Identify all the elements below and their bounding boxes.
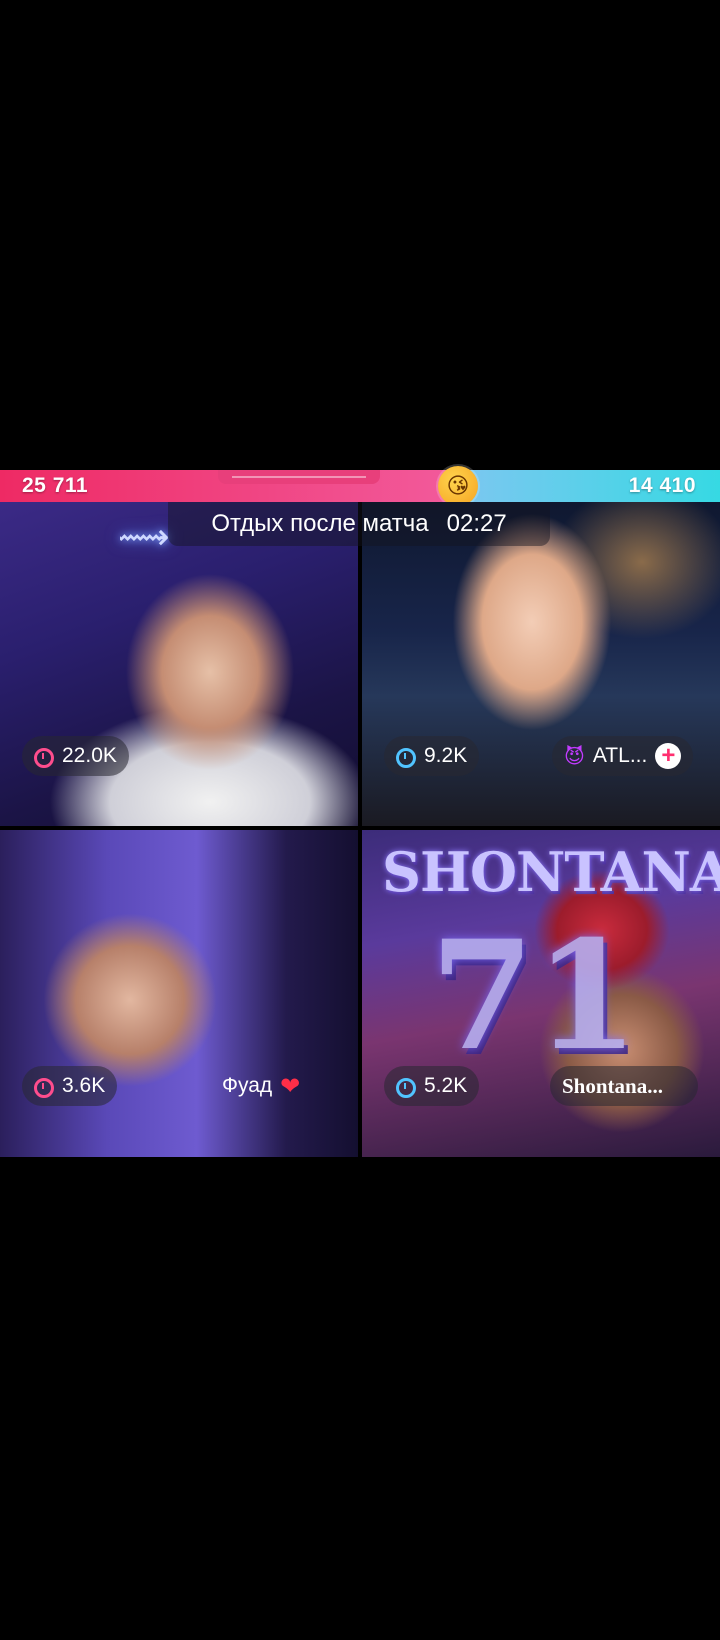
streamer-name: Фуад bbox=[222, 1074, 273, 1097]
heart-icon: ❤ bbox=[280, 1072, 301, 1100]
alarm-icon bbox=[32, 745, 54, 768]
viewer-count-pill: 5.2K bbox=[384, 1066, 480, 1106]
viewer-count-pill: 3.6K bbox=[22, 1066, 118, 1106]
battle-score-bar: 25 711 14 410 bbox=[0, 470, 720, 502]
left-team-score: 25 711 bbox=[22, 474, 89, 497]
stream-tile-3[interactable]: 3.6K Фуад ❤ bbox=[0, 830, 358, 1157]
stream-tile-2[interactable]: 9.2K 😈 ATL... + bbox=[362, 502, 720, 826]
topic-banner: Отдых после матча 02:27 bbox=[168, 502, 550, 546]
viewer-count: 9.2K bbox=[424, 744, 468, 767]
alarm-icon bbox=[394, 1075, 416, 1098]
poster-number: 71 bbox=[430, 908, 639, 1084]
stream-tile-4[interactable]: SHONTANA 71 5.2K Shontana... bbox=[362, 830, 720, 1157]
topic-title: Отдых после матча bbox=[211, 510, 429, 537]
poster-title: SHONTANA bbox=[382, 840, 720, 904]
streamer-name: ATL... bbox=[592, 744, 648, 767]
streamer-name-pill[interactable]: Фуад ❤ bbox=[210, 1066, 312, 1106]
streamer-name-pill[interactable]: Shontana... bbox=[550, 1066, 698, 1106]
match-timer: 02:27 bbox=[446, 510, 507, 537]
viewer-count: 22.0K bbox=[62, 744, 117, 767]
alarm-icon bbox=[394, 745, 416, 768]
viewer-count: 3.6K bbox=[62, 1074, 106, 1097]
right-team-score: 14 410 bbox=[628, 474, 696, 497]
shark-neon-icon: ⟿ bbox=[118, 516, 170, 557]
alarm-icon bbox=[32, 1075, 54, 1098]
streamer-name: Shontana... bbox=[562, 1073, 663, 1098]
bar-notch bbox=[218, 470, 380, 484]
devil-icon: 😈 bbox=[564, 745, 585, 768]
kiss-emoji-icon: 😘 bbox=[438, 466, 478, 506]
viewer-count-pill: 9.2K bbox=[384, 736, 480, 776]
follow-plus-icon[interactable]: + bbox=[655, 743, 682, 769]
viewer-count: 5.2K bbox=[424, 1074, 468, 1097]
streamer-name-pill[interactable]: 😈 ATL... + bbox=[552, 736, 694, 776]
stream-tile-1[interactable]: ⟿ 22.0K bbox=[0, 502, 358, 826]
viewer-count-pill: 22.0K bbox=[22, 736, 129, 776]
live-grid: ⟿ 22.0K 9.2K 😈 ATL... + 3.6K Фуад ❤ SHON… bbox=[0, 502, 720, 1157]
